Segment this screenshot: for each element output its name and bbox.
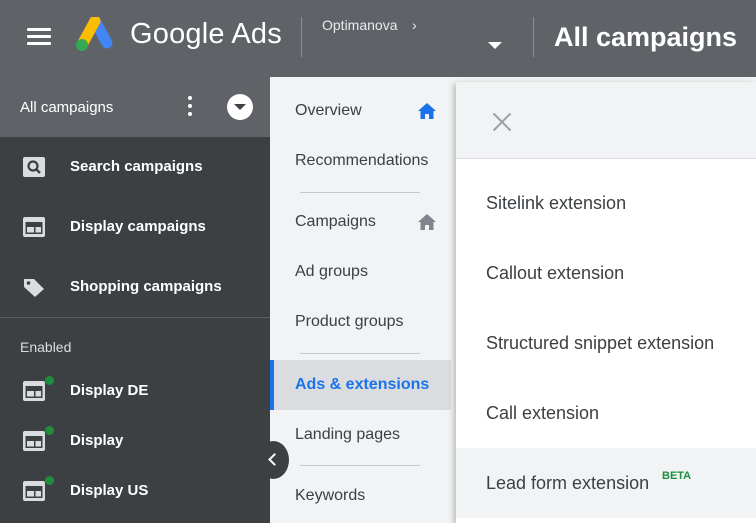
nav-item-recommendations[interactable]: Recommendations <box>270 136 451 186</box>
sidebar-item-label: Search campaigns <box>70 158 203 175</box>
sidebar-item-display-campaigns[interactable]: Display campaigns <box>0 197 270 257</box>
extension-option-callout[interactable]: Callout extension <box>456 238 756 308</box>
divider <box>301 17 302 57</box>
google-ads-logo-icon <box>76 17 113 51</box>
sidebar-divider <box>0 317 270 318</box>
extension-option-label: Lead form extension <box>486 473 650 493</box>
shopping-tag-icon <box>24 279 44 297</box>
nav-item-label: Campaigns <box>295 213 376 230</box>
divider <box>533 17 534 57</box>
extension-option-call[interactable]: Call extension <box>456 378 756 448</box>
account-chevron-icon: › <box>412 17 417 33</box>
display-campaign-icon <box>23 217 45 237</box>
extension-option-sitelink[interactable]: Sitelink extension <box>456 168 756 238</box>
sidebar-item-shopping-campaigns[interactable]: Shopping campaigns <box>0 257 270 317</box>
nav-divider <box>300 353 420 354</box>
extension-option-label: Sitelink extension <box>486 193 627 213</box>
page-nav: Overview Recommendations Campaigns Ad gr… <box>270 77 451 523</box>
close-icon[interactable] <box>492 112 512 132</box>
nav-item-label: Keywords <box>295 487 366 504</box>
campaign-sidebar: All campaigns Search campaigns Display c… <box>0 77 270 523</box>
sidebar-item-search-campaigns[interactable]: Search campaigns <box>0 137 270 197</box>
top-bar: Google Ads Optimanova › All campaigns <box>0 0 756 77</box>
nav-item-keywords[interactable]: Keywords <box>270 471 451 521</box>
home-icon <box>418 214 436 230</box>
extension-option-label: Call extension <box>486 403 600 423</box>
nav-item-label: Ad groups <box>295 263 368 280</box>
page-title: All campaigns <box>554 22 738 52</box>
extension-option-structured-snippet[interactable]: Structured snippet extension <box>456 308 756 378</box>
sidebar-header: All campaigns <box>0 77 270 137</box>
account-name[interactable]: Optimanova <box>322 17 397 33</box>
display-campaign-icon <box>23 481 45 501</box>
extension-type-panel: Sitelink extension Callout extension Str… <box>456 82 756 523</box>
nav-divider <box>300 465 420 466</box>
nav-item-ad-groups[interactable]: Ad groups <box>270 247 451 297</box>
nav-divider <box>300 192 420 193</box>
nav-item-ads-extensions[interactable]: Ads & extensions <box>270 360 451 410</box>
nav-item-product-groups[interactable]: Product groups <box>270 297 451 347</box>
sidebar-campaign-display-us[interactable]: Display US <box>0 461 270 521</box>
enabled-status-dot <box>45 426 54 435</box>
campaign-label: Display <box>70 432 124 449</box>
nav-item-label: Recommendations <box>295 152 429 169</box>
campaign-label: Display US <box>70 482 149 499</box>
display-campaign-icon <box>23 431 45 451</box>
home-icon <box>418 103 436 119</box>
sidebar-item-label: Shopping campaigns <box>70 278 222 295</box>
beta-badge: BETA <box>662 470 692 482</box>
account-dropdown-icon[interactable] <box>488 42 502 49</box>
extension-option-lead-form[interactable]: Lead form extension BETA <box>456 448 756 518</box>
nav-item-label: Product groups <box>295 313 404 330</box>
panel-header <box>456 82 756 159</box>
campaign-label: Display DE <box>70 382 149 399</box>
search-campaign-icon <box>23 157 45 177</box>
enabled-status-dot <box>45 376 54 385</box>
nav-item-label: Overview <box>295 102 362 119</box>
more-options-icon[interactable] <box>187 96 193 118</box>
hamburger-icon[interactable] <box>27 28 51 46</box>
nav-item-campaigns[interactable]: Campaigns <box>270 197 451 247</box>
sidebar-header-label[interactable]: All campaigns <box>20 99 113 116</box>
extension-option-label: Callout extension <box>486 263 625 283</box>
enabled-status-dot <box>45 476 54 485</box>
sidebar-section-label: Enabled <box>20 339 72 355</box>
app-name: Google Ads <box>130 18 282 50</box>
nav-item-label: Ads & extensions <box>295 376 430 393</box>
sidebar-dropdown-icon[interactable] <box>227 94 253 120</box>
sidebar-item-label: Display campaigns <box>70 218 206 235</box>
display-campaign-icon <box>23 381 45 401</box>
nav-item-label: Landing pages <box>295 426 400 443</box>
collapse-sidebar-button[interactable] <box>258 441 289 479</box>
nav-item-overview[interactable]: Overview <box>270 86 451 136</box>
extension-option-label: Structured snippet extension <box>486 333 715 353</box>
nav-item-landing-pages[interactable]: Landing pages <box>270 410 451 460</box>
